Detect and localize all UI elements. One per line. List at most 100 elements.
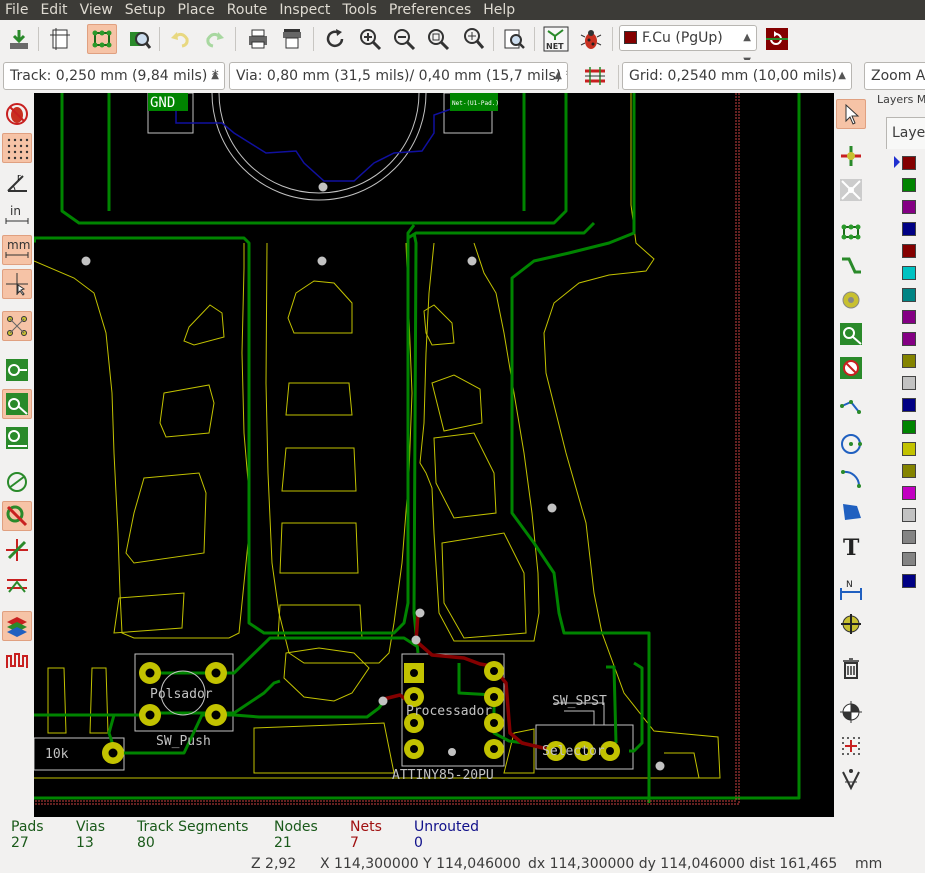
layer-color-swatch[interactable] — [902, 486, 916, 500]
footprint-viewer-icon[interactable] — [124, 24, 154, 54]
layer-row[interactable] — [895, 551, 925, 567]
layer-row[interactable] — [895, 309, 925, 325]
net-highlight-icon[interactable] — [2, 569, 32, 599]
polar-coords-icon[interactable]: r — [2, 167, 32, 197]
layer-row[interactable] — [895, 331, 925, 347]
layer-row[interactable] — [895, 375, 925, 391]
pad-outline-icon[interactable] — [2, 355, 32, 385]
layer-color-swatch[interactable] — [902, 508, 916, 522]
layer-color-swatch[interactable] — [902, 222, 916, 236]
via-outline-icon[interactable] — [2, 389, 32, 419]
menu-place[interactable]: Place — [172, 0, 221, 20]
zone-outline-icon[interactable] — [2, 501, 32, 531]
add-dimension-icon[interactable]: N — [836, 575, 866, 605]
menu-file[interactable]: File — [0, 0, 34, 20]
layer-row[interactable] — [895, 573, 925, 589]
save-board-icon[interactable] — [4, 24, 34, 54]
menu-preferences[interactable]: Preferences — [383, 0, 477, 20]
layer-row[interactable] — [895, 199, 925, 215]
layer-color-swatch[interactable] — [902, 354, 916, 368]
layer-color-swatch[interactable] — [902, 530, 916, 544]
add-footprint-icon[interactable] — [836, 217, 866, 247]
layer-row[interactable] — [895, 353, 925, 369]
print-icon[interactable] — [243, 24, 273, 54]
zoom-selection-icon[interactable] — [458, 24, 488, 54]
zoom-select[interactable]: Zoom Au — [864, 62, 925, 90]
menu-view[interactable]: View — [74, 0, 119, 20]
full-cursor-icon[interactable] — [2, 269, 32, 299]
add-line-icon[interactable] — [836, 395, 866, 425]
track-outline-icon[interactable] — [2, 423, 32, 453]
zoom-in-icon[interactable] — [355, 24, 385, 54]
zoom-out-icon[interactable] — [389, 24, 419, 54]
add-via-icon[interactable] — [836, 285, 866, 315]
find-icon[interactable] — [499, 24, 529, 54]
menu-route[interactable]: Route — [221, 0, 274, 20]
layer-row[interactable] — [895, 463, 925, 479]
plot-icon[interactable] — [277, 24, 307, 54]
undo-icon[interactable] — [165, 24, 195, 54]
add-zone-icon[interactable] — [836, 319, 866, 349]
add-target-icon[interactable] — [836, 609, 866, 639]
layer-color-swatch[interactable] — [902, 288, 916, 302]
netlist-icon[interactable]: NET — [541, 24, 571, 54]
layer-color-swatch[interactable] — [902, 244, 916, 258]
track-width-select[interactable]: Track: 0,250 mm (9,84 mils) * ▲▼ — [3, 62, 225, 90]
zoom-fit-icon[interactable] — [423, 24, 453, 54]
units-inch-icon[interactable]: in — [2, 201, 32, 231]
local-ratsnest-icon[interactable] — [836, 175, 866, 205]
redo-icon[interactable] — [200, 24, 230, 54]
layer-color-swatch[interactable] — [902, 464, 916, 478]
layer-color-swatch[interactable] — [902, 574, 916, 588]
high-contrast-icon[interactable] — [2, 535, 32, 565]
layer-pair-icon[interactable] — [762, 24, 792, 54]
tab-layers[interactable]: Layer — [886, 117, 925, 149]
menu-setup[interactable]: Setup — [119, 0, 172, 20]
layer-color-swatch[interactable] — [902, 332, 916, 346]
layer-row[interactable] — [895, 485, 925, 501]
route-track-icon[interactable] — [836, 251, 866, 281]
add-arc-icon[interactable] — [836, 463, 866, 493]
layer-color-swatch[interactable] — [902, 376, 916, 390]
layer-row[interactable] — [895, 243, 925, 259]
measure-tool-icon[interactable] — [836, 765, 866, 795]
layer-color-swatch[interactable] — [902, 266, 916, 280]
layer-row[interactable] — [895, 221, 925, 237]
menu-inspect[interactable]: Inspect — [273, 0, 336, 20]
active-layer-select[interactable]: F.Cu (PgUp) ▲▼ — [619, 25, 757, 67]
via-size-select[interactable]: Via: 0,80 mm (31,5 mils)/ 0,40 mm (15,7 … — [229, 62, 568, 90]
page-settings-icon[interactable] — [45, 24, 75, 54]
menu-tools[interactable]: Tools — [336, 0, 383, 20]
layer-row[interactable] — [895, 441, 925, 457]
microwave-tools-icon[interactable] — [2, 645, 32, 675]
add-keepout-icon[interactable] — [836, 353, 866, 383]
add-polygon-icon[interactable] — [836, 497, 866, 527]
select-tool-icon[interactable] — [836, 99, 866, 129]
layer-color-swatch[interactable] — [902, 552, 916, 566]
layer-color-swatch[interactable] — [902, 398, 916, 412]
layer-color-swatch[interactable] — [902, 442, 916, 456]
zone-fill-icon[interactable] — [2, 467, 32, 497]
grid-origin-icon[interactable] — [836, 731, 866, 761]
layer-row[interactable] — [895, 419, 925, 435]
drc-off-icon[interactable] — [2, 99, 32, 129]
footprint-library-icon[interactable] — [87, 24, 117, 54]
delete-tool-icon[interactable] — [836, 653, 866, 683]
drill-origin-icon[interactable] — [836, 697, 866, 727]
layer-row[interactable] — [895, 177, 925, 193]
add-circle-icon[interactable] — [836, 429, 866, 459]
layer-row[interactable] — [895, 265, 925, 281]
layer-color-swatch[interactable] — [902, 200, 916, 214]
add-text-icon[interactable]: T — [836, 531, 866, 561]
layer-row[interactable] — [895, 287, 925, 303]
units-mm-icon[interactable]: mm — [2, 235, 32, 265]
grid-toggle-icon[interactable] — [2, 133, 32, 163]
drc-icon[interactable] — [576, 24, 606, 54]
pcb-canvas[interactable]: GND Net-(U1-Pad.) Polsador SW_Push 10k P… — [34, 93, 834, 817]
menu-help[interactable]: Help — [477, 0, 521, 20]
layer-color-swatch[interactable] — [902, 156, 916, 170]
redraw-icon[interactable] — [320, 24, 350, 54]
menu-edit[interactable]: Edit — [34, 0, 73, 20]
layer-row[interactable] — [895, 529, 925, 545]
layer-manager-icon[interactable] — [2, 611, 32, 641]
